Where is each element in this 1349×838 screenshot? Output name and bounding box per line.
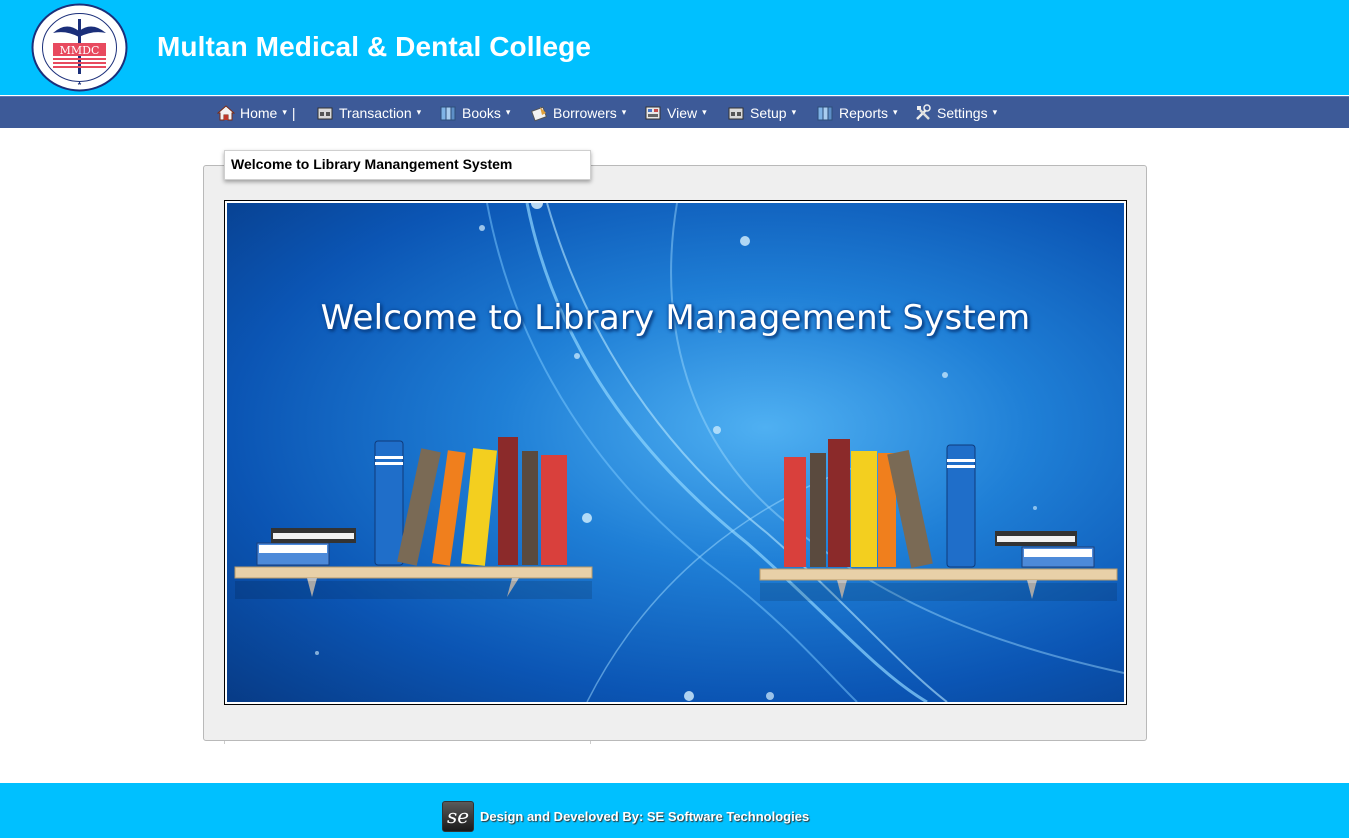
banner-title: Welcome to Library Management System <box>320 298 1031 338</box>
logo-text: MMDC <box>60 44 100 57</box>
chevron-down-icon: ▾ <box>621 107 627 117</box>
site-title: Multan Medical & Dental College <box>157 31 592 62</box>
footer-credit: Design and Develoved By: SE Software Tec… <box>480 809 810 824</box>
nav-item-view[interactable]: View ▾ <box>644 97 707 128</box>
welcome-banner-image: Welcome to Library Management System <box>227 203 1124 702</box>
divider <box>590 741 591 744</box>
home-icon <box>216 104 236 122</box>
chevron-down-icon: ▾ <box>791 107 797 117</box>
nav-label: Transaction <box>339 104 412 121</box>
main-nav: Home ▾ | Transaction ▾ Books ▾ Borrowers… <box>0 96 1349 128</box>
nav-label: Settings <box>937 104 988 121</box>
footer: se Design and Develoved By: SE Software … <box>0 783 1349 838</box>
nav-item-settings[interactable]: Settings ▾ <box>914 97 997 128</box>
nav-item-setup[interactable]: Setup ▾ <box>727 97 796 128</box>
nav-item-reports[interactable]: Reports ▾ <box>816 97 898 128</box>
college-logo[interactable]: MMDC <box>31 3 128 92</box>
view-icon <box>644 104 662 122</box>
chevron-down-icon: ▾ <box>893 107 898 117</box>
nav-item-books[interactable]: Books ▾ <box>439 97 510 128</box>
panel-title: Welcome to Library Manangement System <box>224 150 591 180</box>
nav-label: Borrowers <box>553 104 617 121</box>
nav-item-home[interactable]: Home ▾ | <box>216 97 296 128</box>
chevron-down-icon: ▾ <box>282 107 287 117</box>
divider <box>224 741 225 744</box>
header: MMDC Multan Medical & Dental College <box>0 0 1349 95</box>
se-logo-icon: se <box>442 801 474 832</box>
nav-item-transaction[interactable]: Transaction ▾ <box>316 97 421 128</box>
nav-label: Setup <box>750 104 787 121</box>
nav-label: Home <box>240 104 278 121</box>
borrowers-icon <box>530 104 548 122</box>
transaction-icon <box>316 104 334 122</box>
nav-separator: | <box>291 104 296 121</box>
settings-icon <box>914 103 932 122</box>
setup-icon <box>727 104 745 122</box>
chevron-down-icon: ▾ <box>992 107 998 117</box>
chevron-down-icon: ▾ <box>505 107 511 117</box>
nav-label: Books <box>462 104 501 121</box>
reports-icon <box>816 104 834 122</box>
chevron-down-icon: ▾ <box>416 107 422 117</box>
nav-label: View <box>667 104 698 121</box>
books-icon <box>439 104 457 122</box>
nav-item-borrowers[interactable]: Borrowers ▾ <box>530 97 626 128</box>
welcome-banner-frame: Welcome to Library Management System <box>224 200 1127 705</box>
chevron-down-icon: ▾ <box>702 107 707 117</box>
nav-label: Reports <box>839 104 889 121</box>
